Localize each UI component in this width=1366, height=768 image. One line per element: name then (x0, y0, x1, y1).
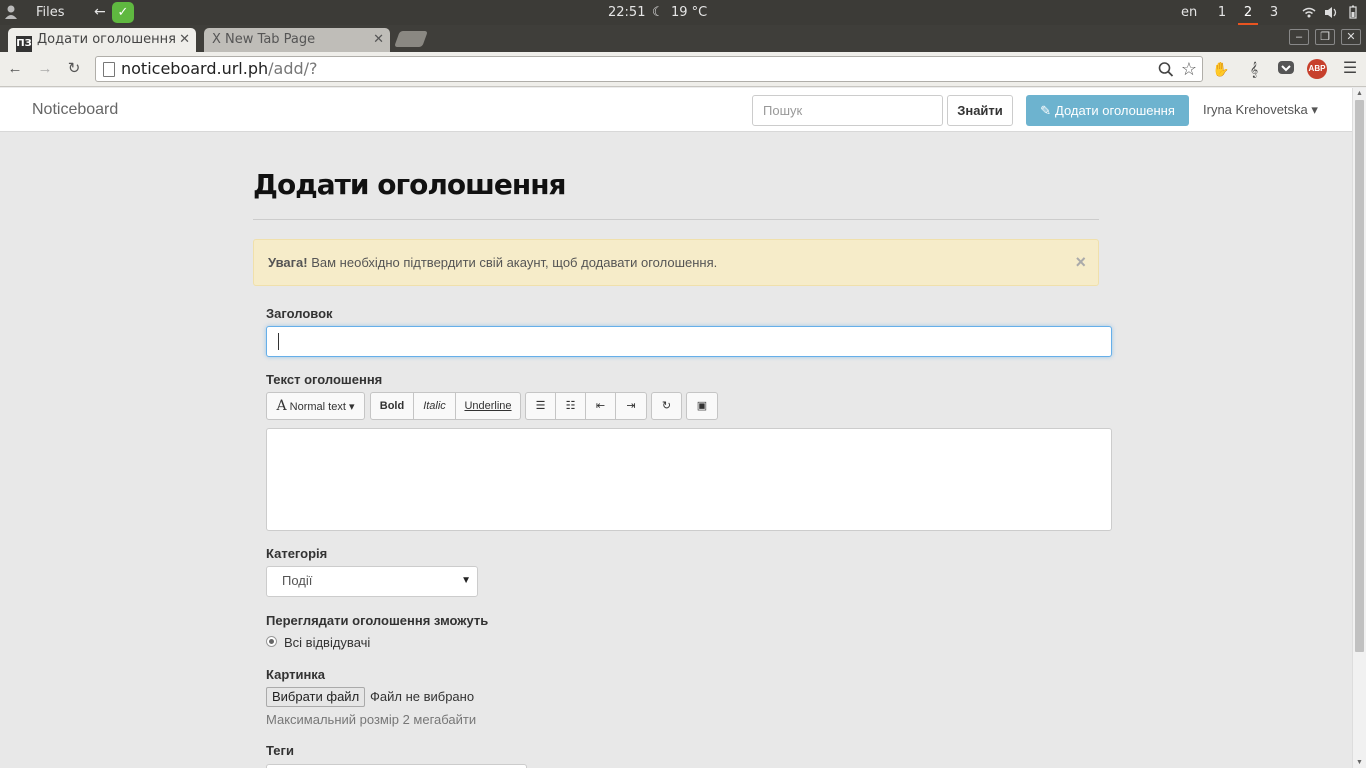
workspace-3[interactable]: 3 (1264, 0, 1284, 25)
browser-tab-strip: ПЗ Додати оголошення ✕ X New Tab Page ✕ (0, 25, 1366, 52)
evernote-icon[interactable]: ✋ (1211, 59, 1231, 79)
close-tab-icon[interactable]: ✕ (179, 28, 190, 52)
scroll-down-icon[interactable]: ▼ (1356, 759, 1363, 766)
language-indicator[interactable]: en (1181, 0, 1197, 25)
tab-add-notice[interactable]: ПЗ Додати оголошення ✕ (8, 28, 196, 52)
bold-button[interactable]: Bold (370, 392, 414, 420)
page-title: Додати оголошення (253, 168, 567, 201)
site-navbar: Noticeboard Пошук Знайти ✎ Додати оголоше… (0, 88, 1352, 132)
unordered-list-icon[interactable]: ☰ (525, 392, 556, 420)
scroll-up-icon[interactable]: ▲ (1356, 90, 1363, 97)
image-label: Картинка (266, 667, 326, 682)
image-icon[interactable]: ▣ (686, 392, 718, 420)
title-label: Заголовок (266, 306, 333, 321)
link-icon[interactable]: ↻ (651, 392, 682, 420)
indent-icon[interactable]: ⇥ (615, 392, 647, 420)
outdent-icon[interactable]: ⇤ (585, 392, 616, 420)
dropdown-arrow-icon: ▼ (461, 575, 471, 586)
visibility-label: Переглядати оголошення зможуть (266, 613, 489, 628)
forward-icon[interactable]: → (35, 59, 55, 79)
battery-icon[interactable] (1347, 0, 1359, 25)
page-icon (103, 62, 115, 77)
page-scrollbar[interactable]: ▲ ▼ (1352, 88, 1366, 768)
restore-icon[interactable]: ❐ (1315, 29, 1335, 45)
weather-temp[interactable]: 19 °C (671, 0, 707, 25)
address-bar[interactable]: noticeboard.url.ph/add/? ☆ (95, 56, 1203, 82)
font-size-dropdown[interactable]: A Normal text ▾ (266, 392, 365, 420)
menu-icon[interactable]: ☰ (1340, 59, 1360, 79)
clock[interactable]: 22:51 (608, 0, 645, 25)
title-divider (253, 219, 1099, 220)
url-text[interactable]: noticeboard.url.ph/add/? (121, 57, 318, 81)
file-status: Файл не вибрано (370, 689, 475, 704)
tab-new-tab-page[interactable]: X New Tab Page ✕ (204, 28, 390, 52)
ordered-list-icon[interactable]: ☷ (555, 392, 586, 420)
close-window-icon[interactable]: ✕ (1341, 29, 1361, 45)
visibility-option[interactable]: Всі відвідувачі (284, 635, 370, 650)
checkmark-shield-icon[interactable]: ✓ (112, 2, 134, 23)
user-icon[interactable] (4, 0, 18, 25)
moon-icon: ☾ (652, 5, 664, 20)
scrollbar-thumb[interactable] (1355, 100, 1364, 652)
visibility-radio[interactable] (266, 636, 277, 647)
category-label: Категорія (266, 546, 328, 561)
underline-button[interactable]: Underline (455, 392, 521, 420)
tags-input[interactable] (266, 764, 527, 768)
search-button[interactable]: Знайти (947, 95, 1013, 126)
minimize-icon[interactable]: – (1289, 29, 1309, 45)
web-page: Noticeboard Пошук Знайти ✎ Додати оголоше… (0, 88, 1352, 768)
caret-down-icon: ▾ (1311, 102, 1318, 117)
font-icon: A (276, 398, 287, 414)
category-select[interactable]: Події ▼ (266, 566, 478, 597)
adblock-icon[interactable]: ABP (1307, 59, 1327, 79)
title-input[interactable] (266, 326, 1112, 357)
wifi-icon[interactable] (1301, 0, 1317, 25)
text-editor[interactable] (266, 428, 1112, 531)
add-notice-button[interactable]: ✎ Додати оголошення (1026, 95, 1189, 126)
text-label: Текст оголошення (266, 372, 383, 387)
pocket-icon[interactable] (1276, 59, 1296, 79)
tab-title: X New Tab Page (212, 32, 316, 47)
search-icon[interactable] (1158, 59, 1174, 84)
bookmark-star-icon[interactable]: ☆ (1181, 57, 1197, 81)
user-menu[interactable]: Iryna Krehovetska ▾ (1203, 88, 1318, 132)
search-input[interactable]: Пошук (752, 95, 943, 126)
workspace-1[interactable]: 1 (1212, 0, 1232, 25)
system-top-bar: Files ← ✓ 22:51 ☾ 19 °C en 1 2 3 (0, 0, 1366, 25)
editor-toolbar: A Normal text ▾ Bold Italic Underline ☰ … (266, 392, 1112, 420)
warning-alert: Увага! Вам необхідно підтвердити свій ак… (253, 239, 1099, 286)
tab-title: Додати оголошення (37, 32, 176, 47)
text-caret (278, 333, 279, 350)
back-icon[interactable]: ← (5, 59, 25, 79)
alert-text: Вам необхідно підтвердити свій акаунт, щ… (307, 255, 718, 270)
pencil-icon: ✎ (1040, 103, 1051, 118)
site-favicon-icon: ПЗ (16, 36, 32, 52)
brand-link[interactable]: Noticeboard (32, 88, 118, 132)
new-tab-button[interactable] (394, 31, 428, 47)
close-alert-icon[interactable]: × (1075, 240, 1086, 285)
browser-toolbar: ← → ↻ noticeboard.url.ph/add/? ☆ ✋ 𝄞 ABP… (0, 52, 1366, 87)
reload-icon[interactable]: ↻ (64, 59, 84, 79)
alert-strong: Увага! (268, 255, 308, 270)
music-note-icon[interactable]: 𝄞 (1244, 59, 1264, 79)
choose-file-button[interactable]: Вибрати файл (266, 687, 366, 707)
workspace-2[interactable]: 2 (1238, 0, 1258, 25)
close-tab-icon[interactable]: ✕ (373, 28, 384, 52)
italic-button[interactable]: Italic (413, 392, 456, 420)
file-hint: Максимальний розмір 2 мегабайти (266, 712, 477, 727)
app-name[interactable]: Files (36, 0, 65, 25)
volume-icon[interactable] (1323, 0, 1339, 25)
tags-label: Теги (266, 743, 294, 758)
back-arrow-icon[interactable]: ← (94, 0, 106, 25)
